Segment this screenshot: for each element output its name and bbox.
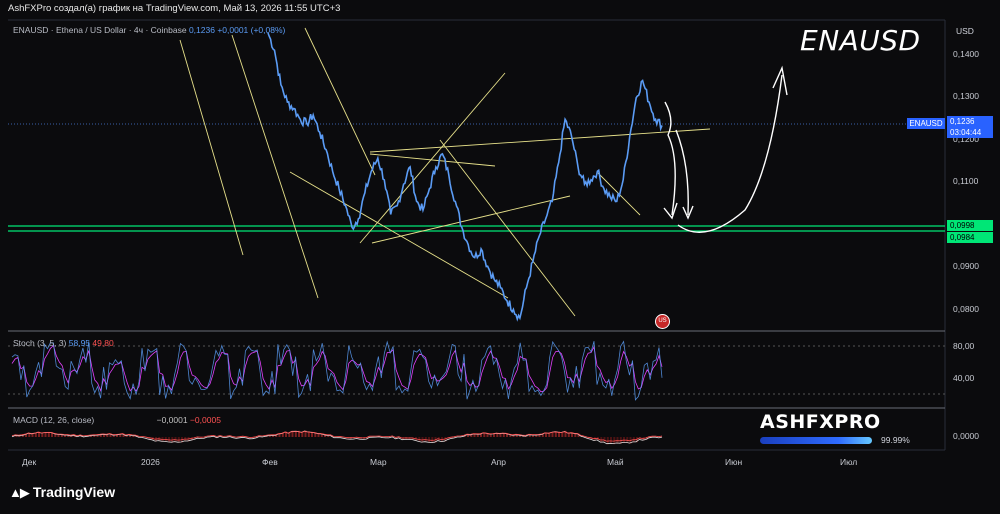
macd-name[interactable]: MACD (12, 26, close) bbox=[13, 415, 94, 425]
support-price-tag-lower: 0,0984 bbox=[947, 232, 993, 243]
tradingview-logo-icon: ▲▶ bbox=[9, 485, 30, 500]
symbol-price-tag: ENAUSD bbox=[907, 118, 945, 129]
stoch-tick-80: 80,00 bbox=[953, 341, 975, 351]
macd-value-1: −0,0001 bbox=[156, 415, 188, 425]
x-tick-label: Июн bbox=[725, 457, 743, 467]
stoch-k-value: 58,95 bbox=[68, 338, 91, 348]
trendline-4[interactable] bbox=[289, 171, 509, 299]
y-tick-label: 0,1300 bbox=[953, 91, 979, 101]
trendline-9[interactable] bbox=[439, 139, 576, 317]
stoch-tick-40: 40,00 bbox=[953, 373, 975, 383]
macd-value-2: −0,0005 bbox=[189, 415, 221, 425]
projection-down-arrow-2 bbox=[675, 129, 689, 216]
current-price-tag: 0,1236 03:04:44 bbox=[947, 116, 993, 138]
stoch-d-value: 49,80 bbox=[92, 338, 114, 348]
trendline-6[interactable] bbox=[369, 128, 711, 153]
support-price-tag-upper: 0,0998 bbox=[947, 220, 993, 231]
x-tick-label: Апр bbox=[491, 457, 506, 467]
trendline-3[interactable] bbox=[304, 27, 376, 176]
stoch-d-line[interactable] bbox=[11, 344, 663, 393]
projection-down-arrowhead-1 bbox=[663, 202, 678, 220]
projection-arrows bbox=[663, 65, 788, 233]
legend-change: +0,0001 (+0,08%) bbox=[217, 25, 286, 35]
tradingview-logo-text: TradingView bbox=[32, 484, 116, 500]
trendline-5[interactable] bbox=[359, 72, 506, 244]
brand-progress-percent: 99.99% bbox=[881, 435, 910, 445]
tradingview-logo[interactable]: ▲▶ TradingView bbox=[9, 484, 115, 501]
trendline-1[interactable] bbox=[179, 39, 244, 256]
price-series-line[interactable] bbox=[267, 32, 663, 322]
macd-tick-zero: 0,0000 bbox=[953, 431, 979, 441]
y-tick-label: 0,0900 bbox=[953, 261, 979, 271]
x-tick-label: Июл bbox=[840, 457, 858, 467]
brand-progress-bar bbox=[760, 437, 872, 444]
x-tick-label: Фев bbox=[262, 457, 278, 467]
current-price-value: 0,1236 bbox=[950, 117, 975, 126]
x-tick-label: Май bbox=[607, 457, 624, 467]
annotation-title: ENAUSD bbox=[800, 24, 921, 57]
x-tick-label: Дек bbox=[22, 457, 37, 467]
y-tick-label: 0,1400 bbox=[953, 49, 979, 59]
macd-legend[interactable]: MACD (12, 26, close) −0,0001 −0,0005 bbox=[13, 415, 221, 425]
symbol-legend[interactable]: ENAUSD · Ethena / US Dollar · 4ч · Coinb… bbox=[13, 25, 285, 35]
trendlines[interactable] bbox=[179, 27, 711, 317]
trendline-2[interactable] bbox=[231, 34, 319, 299]
brand-watermark: ASHFXPRO bbox=[760, 411, 881, 433]
x-tick-label: Мар bbox=[370, 457, 387, 467]
currency-unit[interactable]: USD bbox=[956, 26, 974, 36]
bar-countdown: 03:04:44 bbox=[950, 128, 982, 137]
projection-up-arrow bbox=[677, 74, 783, 233]
x-tick-label: 2026 bbox=[141, 457, 160, 467]
trendline-7[interactable] bbox=[369, 153, 496, 167]
symbol-description[interactable]: ENAUSD · Ethena / US Dollar · 4ч · Coinb… bbox=[13, 25, 187, 35]
y-tick-label: 0,0800 bbox=[953, 304, 979, 314]
y-tick-label: 0,1100 bbox=[953, 176, 979, 186]
trendline-8[interactable] bbox=[371, 195, 571, 244]
chart-caption: AshFXPro создал(а) график на TradingView… bbox=[8, 3, 341, 14]
stoch-k-line[interactable] bbox=[11, 340, 663, 401]
us-flag-event-icon[interactable]: US bbox=[655, 314, 670, 329]
projection-down-arrow-1 bbox=[664, 101, 676, 216]
stoch-legend[interactable]: Stoch (3, 5, 3) 58,95 49,80 bbox=[13, 338, 114, 348]
stoch-name[interactable]: Stoch (3, 5, 3) bbox=[13, 338, 66, 348]
legend-price: 0,1236 bbox=[188, 25, 215, 35]
